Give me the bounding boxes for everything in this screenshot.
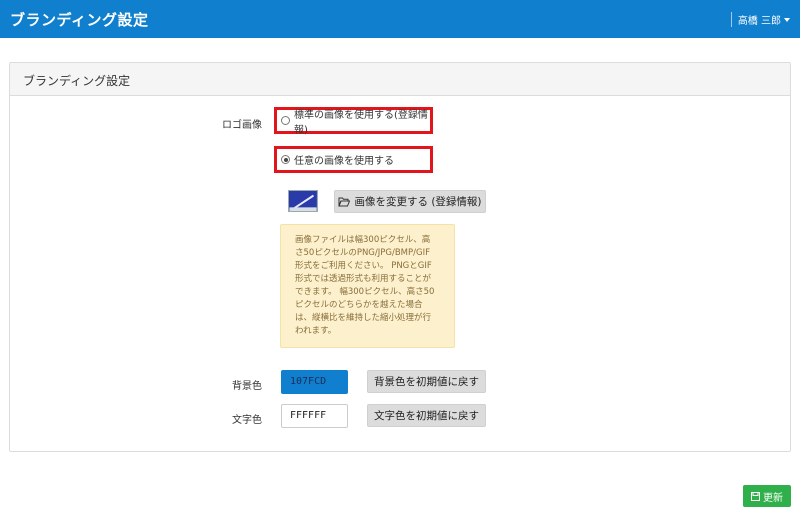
change-image-label: 画像を変更する (登録情報) [354, 196, 482, 208]
image-guidelines-note: 画像ファイルは幅300ピクセル、高 さ50ピクセルのPNG/JPG/BMP/GI… [280, 224, 455, 348]
radio-default-logo[interactable]: 標準の画像を使用する(登録情報) [274, 107, 433, 136]
reset-background-color-button[interactable]: 背景色を初期値に戻す [367, 370, 486, 393]
radio-default-indicator[interactable] [281, 116, 290, 125]
note-line: ピクセルのどちらかを越えた場合 [295, 300, 423, 310]
background-color-label: 背景色 [232, 381, 262, 392]
note-line: は、縦横比を維持した縮小処理が行 [295, 313, 432, 323]
note-line: 形式では透過形式も利用することが [295, 274, 432, 284]
change-image-button[interactable]: 画像を変更する (登録情報) [334, 190, 486, 213]
panel-title: ブランディング設定 [10, 63, 790, 96]
radio-default-label: 標準の画像を使用する(登録情報) [294, 109, 428, 136]
radio-custom-logo[interactable]: 任意の画像を使用する [274, 146, 433, 173]
note-line: 形式をご利用ください。 PNGとGIF [295, 261, 432, 271]
user-name: 高橋 三郎 [737, 16, 781, 27]
top-bar: ブランディング設定 高橋 三郎 [0, 0, 800, 38]
save-icon [751, 491, 760, 501]
caret-down-icon [784, 17, 790, 22]
page-title: ブランディング設定 [10, 11, 149, 29]
radio-custom-label: 任意の画像を使用する [294, 156, 394, 167]
note-line: 画像ファイルは幅300ピクセル、高 [295, 235, 431, 245]
user-menu[interactable]: 高橋 三郎 [730, 12, 790, 27]
note-line: できます。 幅300ピクセル、高さ50 [295, 287, 435, 297]
text-color-label: 文字色 [232, 415, 262, 426]
update-label: 更新 [763, 492, 783, 504]
radio-custom-indicator[interactable] [281, 155, 290, 164]
logo-preview [288, 190, 318, 212]
note-line: さ50ピクセルのPNG/JPG/BMP/GIF [295, 248, 430, 258]
folder-open-icon [338, 197, 351, 206]
update-button[interactable]: 更新 [743, 485, 791, 507]
text-color-input[interactable]: FFFFFF [281, 404, 348, 428]
reset-text-color-button[interactable]: 文字色を初期値に戻す [367, 404, 486, 427]
background-color-input[interactable]: 107FCD [281, 370, 348, 394]
note-line: われます。 [295, 326, 337, 336]
logo-label: ロゴ画像 [222, 120, 262, 131]
